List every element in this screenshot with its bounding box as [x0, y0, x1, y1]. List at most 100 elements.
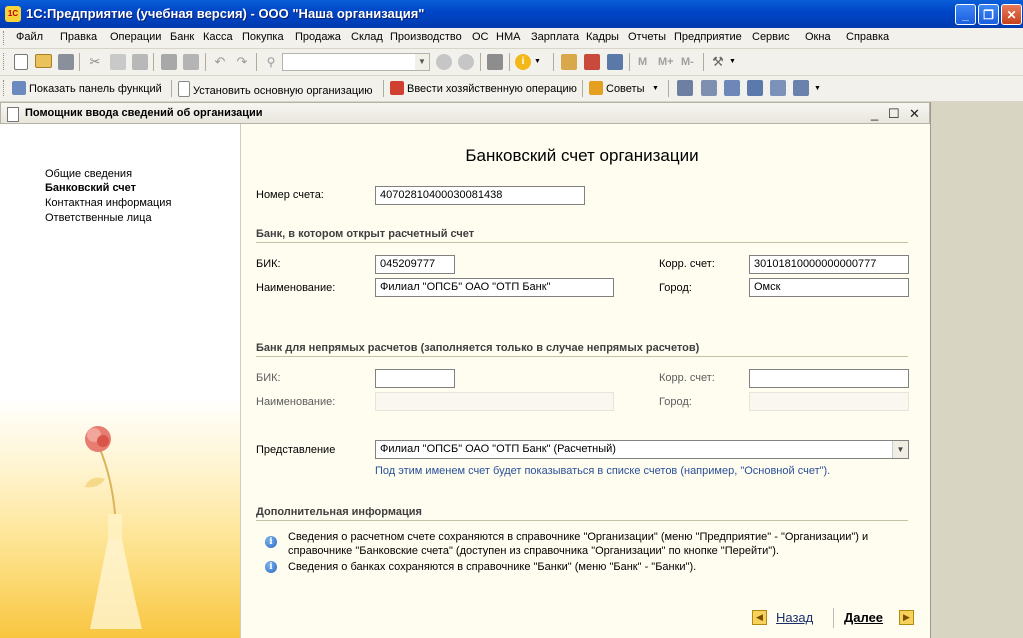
- close-button[interactable]: ✕: [909, 106, 920, 122]
- chevron-down-icon[interactable]: ▼: [534, 58, 542, 74]
- enter-operation-button[interactable]: Ввести хозяйственную операцию: [390, 81, 577, 95]
- memory-plus-button[interactable]: M+: [658, 56, 674, 68]
- menu-fixed-assets[interactable]: ОС: [472, 31, 489, 43]
- extra-info-section-header: Дополнительная информация: [256, 506, 908, 521]
- nav-responsible-persons[interactable]: Ответственные лица: [45, 212, 152, 224]
- tips-button[interactable]: Советы: [589, 81, 644, 95]
- minimize-button[interactable]: _: [955, 4, 976, 25]
- toolbar-separator: [668, 80, 669, 97]
- open-folder-icon[interactable]: [35, 54, 52, 68]
- cut-icon[interactable]: ✂: [87, 54, 103, 70]
- menu-reports[interactable]: Отчеты: [628, 31, 666, 43]
- menu-file[interactable]: Файл: [16, 31, 43, 43]
- report-icon[interactable]: [793, 80, 809, 96]
- window-title: 1С:Предприятие (учебная версия) - ООО "Н…: [26, 6, 425, 21]
- new-document-icon[interactable]: [14, 54, 28, 70]
- tools-icon[interactable]: ⚒: [710, 54, 726, 70]
- menu-production[interactable]: Производство: [390, 31, 462, 43]
- indirect-bik-label: БИК:: [256, 372, 281, 384]
- next-arrow-icon[interactable]: ▶: [899, 610, 914, 625]
- menu-purchase[interactable]: Покупка: [242, 31, 284, 43]
- chevron-down-icon[interactable]: ▼: [814, 85, 822, 101]
- find-next-icon[interactable]: [436, 54, 452, 70]
- indirect-corr-account-label: Корр. счет:: [659, 372, 715, 384]
- menu-service[interactable]: Сервис: [752, 31, 790, 43]
- info-icon[interactable]: i: [515, 54, 531, 70]
- indirect-bik-field[interactable]: [375, 369, 455, 388]
- form-title: Банковский счет организации: [465, 146, 699, 165]
- journal-icon[interactable]: [770, 80, 786, 96]
- menu-help[interactable]: Справка: [846, 31, 889, 43]
- wizard-nav-panel: Общие сведения Банковский счет Контактна…: [0, 124, 241, 638]
- menu-enterprise[interactable]: Предприятие: [674, 31, 742, 43]
- toolbar-separator: [480, 53, 481, 71]
- maximize-button[interactable]: ❐: [978, 4, 999, 25]
- bank-section-header: Банк, в котором открыт расчетный счет: [256, 228, 908, 243]
- menu-warehouse[interactable]: Склад: [351, 31, 383, 43]
- print-icon[interactable]: [161, 54, 177, 70]
- back-button[interactable]: Назад: [776, 610, 813, 625]
- window-title-bar: 1С 1С:Предприятие (учебная версия) - ООО…: [0, 0, 1023, 28]
- memory-button[interactable]: M: [638, 56, 647, 68]
- back-arrow-icon[interactable]: ◀: [752, 610, 767, 625]
- presentation-label: Представление: [256, 444, 336, 456]
- chevron-down-icon[interactable]: ▼: [892, 441, 908, 458]
- bik-label: БИК:: [256, 258, 281, 270]
- toolbar-separator: [205, 53, 206, 71]
- menu-edit[interactable]: Правка: [60, 31, 97, 43]
- chevron-down-icon[interactable]: ▼: [415, 54, 429, 70]
- indirect-city-label: Город:: [659, 396, 692, 408]
- users-icon[interactable]: [607, 54, 623, 70]
- menu-hr[interactable]: Кадры: [586, 31, 619, 43]
- maximize-button[interactable]: ☐: [888, 106, 900, 122]
- windows-icon[interactable]: [487, 54, 503, 70]
- find-prev-icon[interactable]: [458, 54, 474, 70]
- chevron-down-icon[interactable]: ▼: [729, 58, 737, 74]
- calculator-icon[interactable]: [561, 54, 577, 70]
- calendar-icon[interactable]: [584, 54, 600, 70]
- corr-account-field[interactable]: 30101810000000000777: [749, 255, 909, 274]
- nav-bank-account[interactable]: Банковский счет: [45, 182, 136, 194]
- nav-general-info[interactable]: Общие сведения: [45, 168, 132, 180]
- undo-icon[interactable]: ↶: [212, 54, 228, 70]
- show-function-panel-button[interactable]: Показать панель функций: [12, 81, 162, 95]
- close-button[interactable]: ✕: [1001, 4, 1022, 25]
- set-main-org-button[interactable]: Установить основную организацию: [178, 81, 373, 97]
- copy-icon[interactable]: [110, 54, 126, 70]
- toolbar-grip: [3, 80, 7, 96]
- memory-minus-button[interactable]: M-: [681, 56, 694, 68]
- save-icon[interactable]: [58, 54, 74, 70]
- functions-toolbar: Показать панель функций Установить основ…: [0, 76, 1023, 102]
- next-button[interactable]: Далее: [844, 610, 883, 625]
- employees-icon[interactable]: [747, 80, 763, 96]
- bank-name-field[interactable]: Филиал "ОПСБ" ОАО "ОТП Банк": [375, 278, 614, 297]
- nav-contact-info[interactable]: Контактная информация: [45, 197, 171, 209]
- menu-sales[interactable]: Продажа: [295, 31, 341, 43]
- city-field[interactable]: Омск: [749, 278, 909, 297]
- chevron-down-icon[interactable]: ▼: [652, 85, 660, 101]
- paste-icon[interactable]: [132, 54, 148, 70]
- menu-intangibles[interactable]: НМА: [496, 31, 520, 43]
- print-preview-icon[interactable]: [183, 54, 199, 70]
- menu-windows[interactable]: Окна: [805, 31, 831, 43]
- menu-cash[interactable]: Касса: [203, 31, 233, 43]
- search-input[interactable]: ▼: [282, 53, 430, 71]
- accounts-icon[interactable]: [701, 80, 717, 96]
- search-icon[interactable]: ⚲: [263, 54, 279, 70]
- menu-salary[interactable]: Зарплата: [531, 31, 579, 43]
- presentation-select[interactable]: Филиал "ОПСБ" ОАО "ОТП Банк" (Расчетный)…: [375, 440, 909, 459]
- info-icon: i: [265, 561, 277, 573]
- menu-bank[interactable]: Банк: [170, 31, 194, 43]
- indirect-corr-account-field[interactable]: [749, 369, 909, 388]
- redo-icon[interactable]: ↷: [234, 54, 250, 70]
- bik-field[interactable]: 045209777: [375, 255, 455, 274]
- tips-icon: [589, 81, 603, 95]
- info-icon: i: [265, 536, 277, 548]
- directory-icon[interactable]: [677, 80, 693, 96]
- counterparty-icon[interactable]: [724, 80, 740, 96]
- account-number-field[interactable]: 40702810400030081438: [375, 186, 585, 205]
- presentation-value: Филиал "ОПСБ" ОАО "ОТП Банк" (Расчетный): [380, 443, 616, 455]
- menu-operations[interactable]: Операции: [110, 31, 161, 43]
- minimize-button[interactable]: _: [871, 106, 878, 121]
- form-icon: [7, 107, 19, 122]
